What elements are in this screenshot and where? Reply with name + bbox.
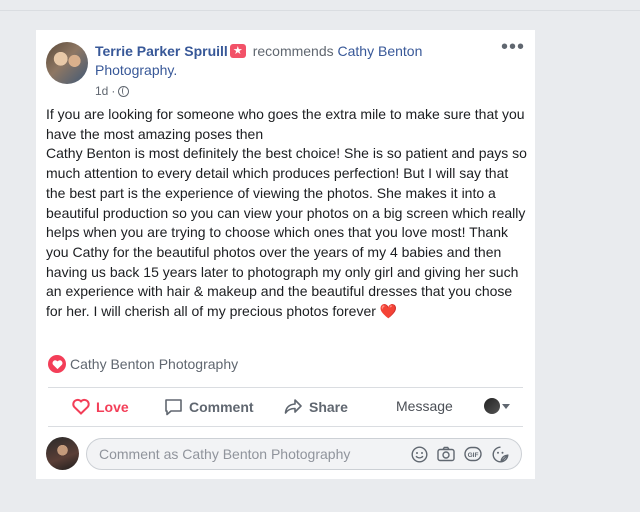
commenter-avatar[interactable] <box>46 437 79 470</box>
comment-label: Comment <box>189 399 254 415</box>
recommends-text: recommends <box>252 43 334 59</box>
reactions-summary[interactable]: Cathy Benton Photography <box>48 355 238 373</box>
share-label: Share <box>309 398 348 415</box>
post-time[interactable]: 1d <box>95 84 108 98</box>
identity-switcher[interactable] <box>484 398 510 414</box>
comment-input[interactable]: Comment as Cathy Benton Photography GIF <box>86 438 522 470</box>
svg-text:GIF: GIF <box>468 452 479 459</box>
love-label: Love <box>96 398 129 415</box>
emoji-icon[interactable] <box>410 445 428 463</box>
love-reaction-icon <box>48 355 66 373</box>
share-button[interactable]: Share <box>284 398 348 415</box>
separator-dot: · <box>111 84 116 98</box>
comment-placeholder: Comment as Cathy Benton Photography <box>99 446 351 462</box>
comment-button[interactable]: Comment <box>164 398 254 416</box>
gif-icon[interactable]: GIF <box>464 445 482 463</box>
more-options-icon[interactable]: ••• <box>501 37 525 57</box>
actions-bottom-divider <box>48 426 523 427</box>
message-label: Message <box>396 398 453 414</box>
comment-icon <box>165 399 182 416</box>
post-body: If you are looking for someone who goes … <box>46 105 528 322</box>
chevron-down-icon <box>502 403 510 409</box>
page-avatar-small <box>484 398 500 414</box>
action-bar: Love Comment Share Message <box>48 392 523 424</box>
message-button[interactable]: Message <box>396 398 453 414</box>
comment-tools: GIF <box>410 445 509 463</box>
heart-emoji-icon: ❤️ <box>379 303 398 320</box>
author-name[interactable]: Terrie Parker Spruill <box>95 43 228 59</box>
share-icon <box>284 399 302 414</box>
post-paragraph-1: If you are looking for someone who goes … <box>46 106 525 142</box>
post-card: Terrie Parker Spruill recommends Cathy B… <box>36 30 535 479</box>
top-divider <box>0 10 640 11</box>
post-paragraph-2-wrap: Cathy Benton is most definitely the best… <box>46 144 528 321</box>
camera-icon[interactable] <box>437 445 455 463</box>
heart-icon <box>72 398 90 415</box>
love-button[interactable]: Love <box>72 398 129 415</box>
sticker-icon[interactable] <box>491 445 509 463</box>
post-paragraph-2: Cathy Benton is most definitely the best… <box>46 145 527 320</box>
actions-top-divider <box>48 387 523 388</box>
reaction-names[interactable]: Cathy Benton Photography <box>70 356 238 372</box>
globe-icon <box>118 85 130 97</box>
post-header: Terrie Parker Spruill recommends Cathy B… <box>95 42 475 80</box>
recommendation-badge-icon <box>229 42 246 61</box>
post-meta: 1d · <box>95 84 130 98</box>
author-avatar[interactable] <box>46 42 88 84</box>
